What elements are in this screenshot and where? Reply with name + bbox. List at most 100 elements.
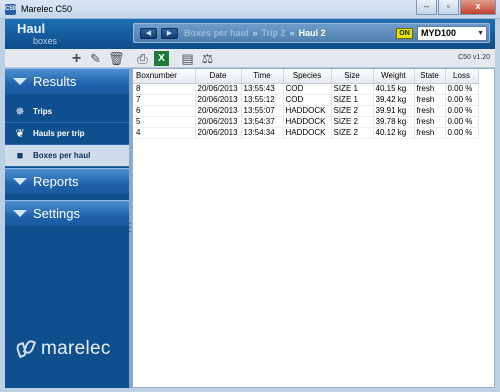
cell-loss: 0.00 % (445, 94, 479, 106)
sidebar-section-results[interactable]: Results (5, 68, 129, 94)
print-label-icon[interactable]: ▤ (180, 51, 195, 66)
cell-time: 13:54:37 (241, 116, 284, 128)
cell-size: SIZE 2 (331, 105, 374, 117)
scale-icon[interactable]: ⚖ (200, 51, 215, 66)
minimize-button[interactable]: – (416, 0, 437, 15)
table-row[interactable]: 5 20/06/2013 13:54:37 HADDOCK SIZE 2 39.… (133, 116, 479, 128)
edit-icon[interactable]: ✎ (88, 51, 103, 66)
maximize-button[interactable]: ▫ (438, 0, 459, 15)
cell-date: 20/06/2013 (195, 116, 242, 128)
app-header: Haul boxes ◀ ▶ Boxes per haul » Trip 2 »… (5, 19, 495, 49)
cell-weight: 39.42 kg (373, 94, 415, 106)
cell-time: 13:55:12 (241, 94, 284, 106)
sidebar-item-trips[interactable]: ✵ Trips (5, 101, 129, 123)
back-button[interactable]: ◀ (140, 28, 157, 39)
column-header[interactable]: Species (283, 69, 332, 84)
sidebar-item-label: Boxes per haul (33, 151, 91, 160)
breadcrumb: Boxes per haul » Trip 2 » Haul 2 (184, 28, 326, 38)
breadcrumb-trip[interactable]: Trip 2 (262, 28, 286, 38)
cell-state: fresh (414, 127, 446, 139)
cell-date: 20/06/2013 (195, 105, 242, 117)
column-header[interactable]: Weight (373, 69, 415, 84)
version-label: C50 v1.20 (458, 54, 490, 61)
sidebar-item-label: Trips (33, 107, 53, 116)
delete-icon[interactable]: 🗑 (108, 51, 125, 66)
window-titlebar: C50 Marelec C50 – ▫ x (0, 0, 500, 19)
sidebar-section-label: Reports (33, 174, 79, 189)
cell-species: HADDOCK (283, 127, 332, 139)
cell-loss: 0.00 % (445, 116, 479, 128)
breadcrumb-separator: » (252, 28, 258, 38)
cell-date: 20/06/2013 (195, 83, 242, 95)
brand-name: marelec (41, 338, 111, 359)
cell-species: HADDOCK (283, 105, 332, 117)
app-icon: C50 (5, 4, 16, 15)
toolbar: + ✎ 🗑 ⎙ X ▤ ⚖ C50 v1.20 (5, 49, 495, 68)
column-header[interactable]: Boxnumber (133, 69, 196, 84)
chevron-down-icon (13, 210, 27, 217)
excel-export-icon[interactable]: X (154, 51, 169, 66)
window-controls: – ▫ x (415, 0, 496, 16)
forward-button[interactable]: ▶ (161, 28, 178, 39)
cell-boxnumber: 5 (133, 116, 196, 128)
cell-weight: 40.15 kg (373, 83, 415, 95)
chevron-down-icon: ▼ (477, 30, 484, 37)
cell-loss: 0.00 % (445, 83, 479, 95)
sidebar-section-label: Settings (33, 206, 80, 221)
cell-boxnumber: 7 (133, 94, 196, 106)
sidebar-section-label: Results (33, 74, 77, 89)
cell-state: fresh (414, 116, 446, 128)
table-row[interactable]: 6 20/06/2013 13:55:07 HADDOCK SIZE 2 39.… (133, 105, 479, 117)
sidebar: Results ✵ Trips ❦ Hauls per trip ■ Boxes… (5, 68, 129, 388)
column-header[interactable]: Size (331, 69, 374, 84)
status-badge: ON (396, 28, 413, 39)
cell-loss: 0.00 % (445, 127, 479, 139)
boxes-table: Boxnumber Date Time Species Size Weight … (132, 68, 495, 388)
chevron-down-icon (13, 178, 27, 185)
chevron-down-icon (13, 78, 27, 85)
breadcrumb-boxes-per-haul[interactable]: Boxes per haul (184, 28, 249, 38)
sidebar-section-settings[interactable]: Settings (5, 200, 129, 226)
cell-boxnumber: 8 (133, 83, 196, 95)
page-subtitle: boxes (33, 36, 58, 46)
cell-size: SIZE 1 (331, 83, 374, 95)
marelec-logo-icon (14, 338, 37, 360)
cell-time: 13:55:43 (241, 83, 284, 95)
cell-date: 20/06/2013 (195, 94, 242, 106)
window-title: Marelec C50 (21, 4, 73, 14)
print-icon[interactable]: ⎙ (135, 51, 150, 66)
column-header[interactable]: State (414, 69, 446, 84)
add-icon[interactable]: + (69, 51, 84, 67)
cell-weight: 40.12 kg (373, 127, 415, 139)
column-header[interactable]: Date (195, 69, 242, 84)
cell-species: COD (283, 83, 332, 95)
cell-size: SIZE 2 (331, 127, 374, 139)
table-header-row: Boxnumber Date Time Species Size Weight … (133, 69, 479, 84)
cell-weight: 39.91 kg (373, 105, 415, 117)
cell-state: fresh (414, 94, 446, 106)
breadcrumb-haul: Haul 2 (298, 28, 326, 38)
cell-size: SIZE 1 (331, 94, 374, 106)
column-header[interactable]: Loss (445, 69, 479, 84)
sidebar-section-reports[interactable]: Reports (5, 168, 129, 194)
column-header[interactable]: Time (241, 69, 284, 84)
fish-icon: ❦ (15, 128, 25, 140)
page-title: Haul (17, 21, 46, 36)
cell-species: HADDOCK (283, 116, 332, 128)
cell-loss: 0.00 % (445, 105, 479, 117)
cell-state: fresh (414, 83, 446, 95)
sidebar-item-hauls-per-trip[interactable]: ❦ Hauls per trip (5, 123, 129, 145)
box-icon: ■ (16, 150, 24, 162)
cell-boxnumber: 4 (133, 127, 196, 139)
cell-date: 20/06/2013 (195, 127, 242, 139)
cell-weight: 39.78 kg (373, 116, 415, 128)
cell-species: COD (283, 94, 332, 106)
close-button[interactable]: x (460, 0, 496, 15)
table-row[interactable]: 7 20/06/2013 13:55:12 COD SIZE 1 39.42 k… (133, 94, 479, 106)
sidebar-item-boxes-per-haul[interactable]: ■ Boxes per haul (5, 145, 129, 167)
device-select[interactable]: MYD100 ▼ (417, 26, 487, 41)
table-row[interactable]: 8 20/06/2013 13:55:43 COD SIZE 1 40.15 k… (133, 83, 479, 95)
cell-state: fresh (414, 105, 446, 117)
ship-wheel-icon: ✵ (15, 106, 25, 118)
table-row[interactable]: 4 20/06/2013 13:54:34 HADDOCK SIZE 2 40.… (133, 127, 479, 139)
